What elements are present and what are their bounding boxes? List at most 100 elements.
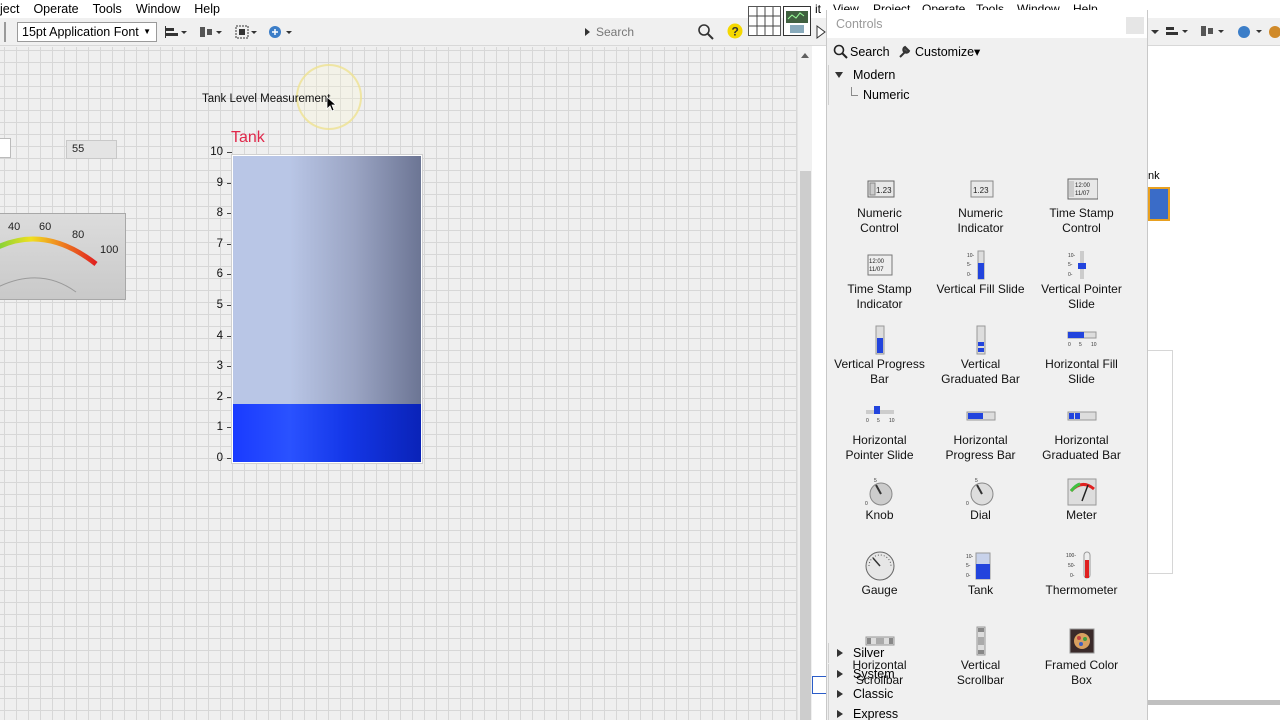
expand-triangle-icon[interactable] [835,72,843,78]
controls-palette: Controls Search Customize▾ Modern Numeri… [827,10,1147,720]
palette-item[interactable]: Vertical Graduated Bar [929,321,1032,397]
palette-item[interactable]: 100- 50- 0- Thermometer [1030,547,1133,623]
vi-icon[interactable] [783,6,811,36]
free-label[interactable]: Tank Level Measurement [202,93,330,105]
section-classic[interactable]: Classic [827,684,1147,704]
palette-item[interactable]: 0 5 10 Horizontal Fill Slide [1030,321,1133,397]
tank-tick-label: 0 [216,452,223,464]
palette-item[interactable]: Gauge [828,547,931,623]
tank-tick-label: 8 [216,207,223,220]
palette-title[interactable]: Controls [827,10,1147,38]
chevron-down-icon: ▼ [143,27,151,36]
scroll-up-arrow-icon[interactable] [801,53,809,58]
search-expand-icon[interactable] [585,28,590,36]
palette-item[interactable]: 12:00 11/07 Time Stamp Indicator [828,246,931,322]
section-system[interactable]: System [827,664,1147,684]
palette-customize-button[interactable]: Customize▾ [915,43,980,61]
align-objects-icon[interactable] [1164,24,1190,40]
control-fragment[interactable] [0,138,11,158]
palette-item[interactable]: 12:00 11/07 Time Stamp Control [1030,170,1133,246]
palette-item[interactable]: Meter [1030,472,1133,548]
front-panel-canvas[interactable]: 55 40 60 80 100 Tank Level Measurement T… [0,47,797,720]
palette-item[interactable]: Vertical Progress Bar [828,321,931,397]
distribute-objects-icon[interactable] [1200,24,1226,40]
menu-help[interactable]: Help [187,0,227,18]
time-stamp-control-icon: 12:00 11/07 [1067,178,1098,200]
palette-item[interactable]: 1.23 Numeric Indicator [929,170,1032,246]
svg-text:50-: 50- [1068,563,1076,569]
palette-search-button[interactable]: Search [850,43,890,61]
clean-diagram-icon[interactable] [1268,24,1280,40]
svg-text:?: ? [732,25,739,39]
menu-operate[interactable]: Operate [26,0,85,18]
collapse-triangle-icon[interactable] [837,690,843,698]
numeric-constant-fragment[interactable] [812,676,827,694]
tree-guide-line [828,85,829,105]
palette-item[interactable]: 10- 5- 0- Vertical Pointer Slide [1030,246,1133,322]
section-label: Express [853,707,899,720]
distribute-objects-icon[interactable] [198,23,224,41]
help-icon[interactable]: ? [727,23,743,40]
numeric-control-icon: 1.23 [867,180,895,198]
palette-item[interactable]: 0 5 Knob [828,472,931,548]
horizontal-scrollbar[interactable] [1147,700,1280,705]
reorder-icon[interactable] [1236,24,1264,40]
palette-item-label: Horizontal Graduated Bar [1030,433,1133,463]
run-arrow-icon[interactable] [816,24,826,40]
font-dropdown[interactable]: 15pt Application Font ▼ [17,22,157,42]
vertical-scrollbar[interactable] [797,47,812,720]
tree-item-modern[interactable]: Modern [827,65,1147,85]
tank-terminal[interactable] [1148,187,1170,221]
svg-text:5: 5 [877,418,880,424]
tank-label[interactable]: Tank [231,129,265,147]
tree-item-numeric[interactable]: Numeric [827,85,1147,105]
menu-window[interactable]: Window [129,0,187,18]
window-fragment [1147,350,1173,574]
bd-menu-edit[interactable]: it [815,0,821,18]
palette-item[interactable]: 1.23 Numeric Control [828,170,931,246]
palette-item-label-line: Time Stamp [1049,206,1114,220]
palette-item[interactable]: 0 5 Dial [929,472,1032,548]
tank-tick-mark [227,152,232,153]
palette-item-label-line: Gauge [861,583,898,597]
wrench-icon[interactable] [897,44,912,59]
palette-item[interactable]: Horizontal Graduated Bar [1030,397,1133,473]
svg-text:5: 5 [975,478,978,484]
svg-text:10-: 10- [966,554,974,560]
tank-indicator[interactable] [232,155,422,463]
scrollbar-thumb[interactable] [800,171,811,720]
collapse-triangle-icon[interactable] [837,710,843,718]
thermometer-icon: 100- 50- 0- [1066,551,1091,579]
palette-item[interactable]: 10- 5- 0- Vertical Fill Slide [929,246,1032,322]
search-icon[interactable] [833,44,848,59]
palette-item[interactable]: 0 5 10 Horizontal Pointer Slide [828,397,931,473]
reorder-icon[interactable] [268,23,294,41]
palette-item-label-line: Vertical Progress [834,357,925,371]
collapse-triangle-icon[interactable] [837,649,843,657]
section-silver[interactable]: Silver [827,643,1147,663]
meter-icon [1067,478,1097,506]
palette-item-label: Horizontal Progress Bar [929,433,1032,463]
menu-project[interactable]: ject [0,0,26,18]
chevron-down-icon[interactable] [1150,25,1160,39]
search-icon[interactable] [697,23,714,43]
align-objects-icon[interactable] [163,23,189,41]
palette-item[interactable]: 10- 5- 0- Tank [929,547,1032,623]
close-icon[interactable] [1126,17,1144,34]
numeric-indicator[interactable]: 55 [66,140,117,159]
palette-item-label: Dial [929,508,1032,523]
svg-text:1.23: 1.23 [876,186,892,195]
svg-text:0-: 0- [966,573,971,579]
tree-item-label: Modern [853,68,896,82]
time-stamp-indicator-icon: 12:00 11/07 [867,254,893,276]
tank-terminal-label: nk [1148,170,1160,182]
meter-indicator[interactable]: 40 60 80 100 [0,213,126,300]
tank-tick-label: 10 [210,146,223,158]
section-express[interactable]: Express [827,704,1147,720]
svg-text:11/07: 11/07 [869,267,884,273]
palette-item[interactable]: Horizontal Progress Bar [929,397,1032,473]
collapse-triangle-icon[interactable] [837,670,843,678]
resize-objects-icon[interactable] [233,23,259,41]
menu-tools[interactable]: Tools [86,0,129,18]
connector-pane-icon[interactable] [748,6,781,36]
